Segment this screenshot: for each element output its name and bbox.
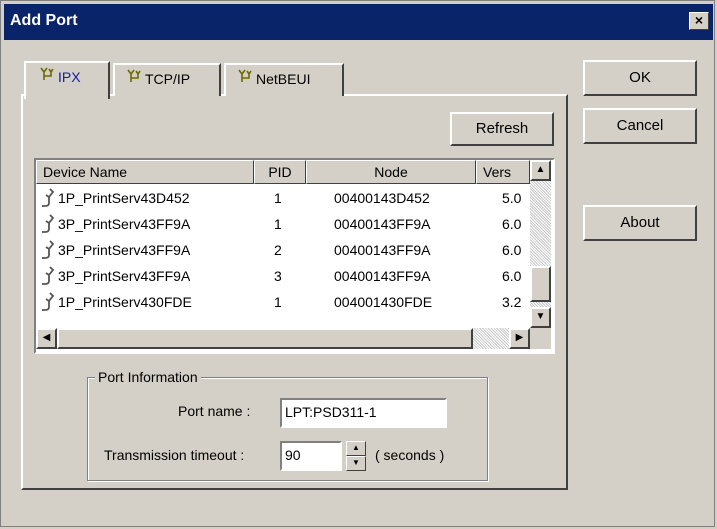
- column-header-version[interactable]: Vers: [476, 160, 530, 184]
- printer-port-icon: [40, 214, 56, 234]
- tab-netbeui[interactable]: NetBEUI: [224, 63, 344, 96]
- pid-cell: 1: [274, 216, 282, 232]
- arrow-down-icon: ▼: [535, 311, 546, 322]
- version-cell: 6.0: [502, 242, 522, 258]
- node-cell: 00400143FF9A: [334, 216, 431, 232]
- pid-cell: 1: [274, 294, 282, 310]
- printer-port-icon: [40, 188, 56, 208]
- version-cell: 3.2: [502, 294, 522, 310]
- network-plug-icon: [234, 65, 256, 93]
- table-row[interactable]: 1P_PrintServ43D452 1 00400143D452 5.0: [36, 186, 530, 212]
- device-name-cell: 3P_PrintServ43FF9A: [58, 268, 191, 284]
- pid-cell: 1: [274, 190, 282, 206]
- spin-down-button[interactable]: ▼: [346, 456, 366, 471]
- node-cell: 00400143FF9A: [334, 268, 431, 284]
- port-name-label: Port name :: [178, 403, 251, 419]
- about-button[interactable]: About: [583, 205, 697, 241]
- printer-port-icon: [40, 292, 56, 312]
- timeout-field[interactable]: 90: [280, 441, 342, 471]
- printer-port-icon: [40, 240, 56, 260]
- arrow-up-icon: ▲: [535, 164, 546, 175]
- arrow-down-icon: ▼: [352, 458, 360, 467]
- pid-cell: 3: [274, 268, 282, 284]
- column-header-node[interactable]: Node: [306, 160, 476, 184]
- vertical-scrollbar[interactable]: ▲ ▼: [530, 160, 551, 328]
- tab-ipx[interactable]: IPX: [24, 61, 110, 99]
- scroll-down-button[interactable]: ▼: [530, 307, 551, 328]
- node-cell: 004001430FDE: [334, 294, 433, 310]
- printer-port-icon: [40, 266, 56, 286]
- ok-button[interactable]: OK: [583, 60, 697, 96]
- network-plug-icon: [36, 63, 58, 91]
- device-name-cell: 1P_PrintServ430FDE: [58, 294, 192, 310]
- scrollbar-corner: [530, 328, 551, 349]
- title-bar[interactable]: Add Port ×: [4, 4, 713, 40]
- vertical-scroll-thumb[interactable]: [530, 266, 551, 302]
- table-row[interactable]: 3P_PrintServ43FF9A 1 00400143FF9A 6.0: [36, 212, 530, 238]
- cancel-button[interactable]: Cancel: [583, 108, 697, 144]
- arrow-up-icon: ▲: [352, 443, 360, 452]
- close-icon: ×: [694, 12, 704, 28]
- device-name-cell: 3P_PrintServ43FF9A: [58, 242, 191, 258]
- tab-tcpip[interactable]: TCP/IP: [113, 63, 221, 96]
- scroll-left-button[interactable]: ◀: [36, 328, 57, 349]
- column-header-device-name[interactable]: Device Name: [36, 160, 254, 184]
- column-header-pid[interactable]: PID: [254, 160, 306, 184]
- timeout-spinner[interactable]: ▲ ▼: [346, 441, 366, 471]
- arrow-right-icon: ▶: [515, 332, 524, 343]
- device-list[interactable]: Device Name PID Node Vers 1P_PrintServ43…: [34, 158, 555, 354]
- horizontal-scroll-thumb[interactable]: [57, 328, 473, 349]
- port-information-legend: Port Information: [95, 369, 201, 385]
- close-button[interactable]: ×: [689, 12, 709, 30]
- scroll-right-button[interactable]: ▶: [509, 328, 530, 349]
- port-name-field[interactable]: LPT:PSD311-1: [280, 398, 447, 428]
- pid-cell: 2: [274, 242, 282, 258]
- transmission-timeout-label: Transmission timeout :: [104, 447, 245, 463]
- spin-up-button[interactable]: ▲: [346, 441, 366, 456]
- window-title: Add Port: [10, 12, 78, 29]
- device-name-cell: 3P_PrintServ43FF9A: [58, 216, 191, 232]
- scroll-up-button[interactable]: ▲: [530, 160, 551, 181]
- device-name-cell: 1P_PrintServ43D452: [58, 190, 190, 206]
- refresh-button[interactable]: Refresh: [450, 112, 554, 146]
- network-plug-icon: [123, 65, 145, 93]
- version-cell: 5.0: [502, 190, 522, 206]
- node-cell: 00400143FF9A: [334, 242, 431, 258]
- version-cell: 6.0: [502, 268, 522, 284]
- table-row[interactable]: 1P_PrintServ430FDE 1 004001430FDE 3.2: [36, 290, 530, 316]
- version-cell: 6.0: [502, 216, 522, 232]
- table-row[interactable]: 3P_PrintServ43FF9A 3 00400143FF9A 6.0: [36, 264, 530, 290]
- node-cell: 00400143D452: [334, 190, 430, 206]
- arrow-left-icon: ◀: [42, 332, 51, 343]
- horizontal-scrollbar[interactable]: ◀ ▶: [36, 328, 530, 349]
- table-row[interactable]: 3P_PrintServ43FF9A 2 00400143FF9A 6.0: [36, 238, 530, 264]
- seconds-unit-label: ( seconds ): [375, 447, 445, 463]
